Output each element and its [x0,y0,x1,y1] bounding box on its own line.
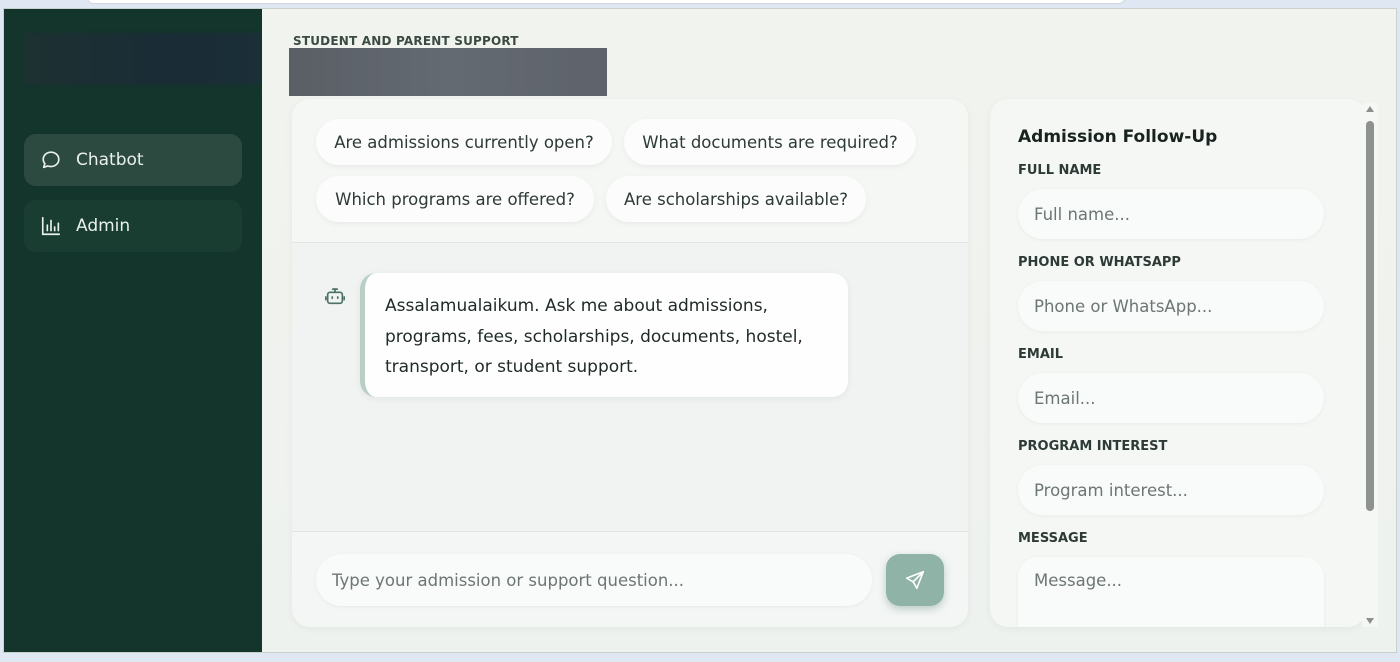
email-input[interactable] [1018,373,1324,423]
form-scrollbar[interactable] [1362,103,1378,627]
bot-message-bubble: Assalamualaikum. Ask me about admissions… [360,273,848,397]
messages-list: Assalamualaikum. Ask me about admissions… [292,243,968,531]
scroll-thumb[interactable] [1366,121,1374,511]
phone-input[interactable] [1018,281,1324,331]
suggestion-chips: Are admissions currently open? What docu… [292,99,968,243]
page-eyebrow: STUDENT AND PARENT SUPPORT [293,34,519,48]
phone-label: PHONE OR WHATSAPP [1018,255,1181,270]
full-name-input[interactable] [1018,189,1324,239]
chat-message-input[interactable] [316,554,872,606]
page-title-redacted [289,48,607,96]
full-name-label: FULL NAME [1018,163,1102,178]
program-interest-input[interactable] [1018,465,1324,515]
chat-bubble-icon [40,149,62,171]
message-composer [292,531,968,627]
form-title: Admission Follow-Up [1018,127,1218,147]
message-label: MESSAGE [1018,531,1088,546]
main-content: STUDENT AND PARENT SUPPORT Are admission… [262,9,1396,652]
send-button[interactable] [886,554,944,606]
scroll-down-arrow-icon[interactable] [1366,618,1374,624]
chat-panel: Are admissions currently open? What docu… [292,99,968,627]
message-textarea[interactable] [1018,557,1324,627]
app-window: Chatbot Admin STUDENT AND PARENT SUPPORT… [3,8,1397,653]
bar-chart-icon [40,215,62,237]
sidebar-item-label: Chatbot [76,150,144,170]
sidebar-item-admin[interactable]: Admin [24,200,242,252]
sidebar-item-chatbot[interactable]: Chatbot [24,134,242,186]
sidebar-item-label: Admin [76,216,131,236]
email-label: EMAIL [1018,347,1063,362]
suggestion-chip[interactable]: Which programs are offered? [316,176,594,222]
bot-icon [324,285,346,307]
browser-address-bar-edge [86,0,1126,4]
admission-follow-up-form: Admission Follow-Up FULL NAME PHONE OR W… [990,99,1366,627]
brand-logo-redacted [24,33,260,85]
sidebar: Chatbot Admin [4,9,262,652]
suggestion-chip[interactable]: Are scholarships available? [606,176,866,222]
program-interest-label: PROGRAM INTEREST [1018,439,1168,454]
suggestion-chip[interactable]: What documents are required? [624,119,916,165]
scroll-up-arrow-icon[interactable] [1366,106,1374,112]
send-icon [905,570,925,590]
suggestion-chip[interactable]: Are admissions currently open? [316,119,612,165]
